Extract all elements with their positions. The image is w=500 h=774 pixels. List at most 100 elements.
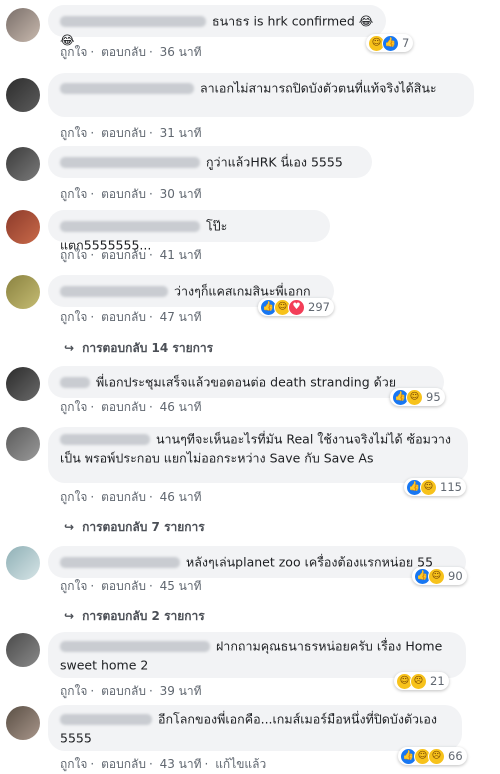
commenter-name-blurred[interactable] — [60, 714, 152, 725]
reaction-summary[interactable]: 👍 ☺ 115 — [404, 478, 466, 496]
reaction-count: 66 — [448, 749, 463, 763]
reaction-count: 7 — [402, 36, 410, 50]
avatar[interactable] — [6, 8, 40, 42]
haha-reaction-icon: ☺ — [428, 567, 445, 585]
reaction-summary[interactable]: 👍 ☺ 90 — [412, 567, 467, 585]
commenter-name-blurred[interactable] — [60, 16, 206, 27]
timestamp[interactable]: 30 นาที — [160, 187, 202, 201]
comment-text: หลังๆเล่นplanet zoo เครื่องต้องแรกหน่อย … — [185, 554, 434, 570]
reaction-count: 95 — [426, 390, 441, 404]
reply-link[interactable]: ตอบกลับ — [101, 490, 146, 504]
reply-link[interactable]: ตอบกลับ — [101, 45, 146, 59]
replies-count-text: การตอบกลับ 2 รายการ — [82, 609, 205, 623]
reply-link[interactable]: ตอบกลับ — [101, 684, 146, 698]
like-link[interactable]: ถูกใจ — [60, 187, 87, 201]
avatar[interactable] — [6, 210, 40, 244]
avatar[interactable] — [6, 706, 40, 740]
timestamp[interactable]: 41 นาที — [160, 248, 202, 262]
comment-bubble: นานๆทีจะเห็นอะไรที่มัน Real ใช้งานจริงไม… — [48, 427, 468, 483]
comment-actions: ถูกใจ · ตอบกลับ · 31 นาที — [60, 126, 202, 140]
comment-text: พี่เอกประชุมเสร็จแล้วขอตอนต่อ death stra… — [95, 374, 397, 390]
comment-actions: ถูกใจ · ตอบกลับ · 36 นาที — [60, 45, 202, 59]
comment-bubble: กูว่าแล้วHRK นี่เอง 5555 — [48, 146, 372, 178]
like-link[interactable]: ถูกใจ — [60, 45, 87, 59]
avatar[interactable] — [6, 78, 40, 112]
replies-count-text: การตอบกลับ 14 รายการ — [82, 341, 214, 355]
avatar[interactable] — [6, 367, 40, 401]
reaction-summary[interactable]: ☺ ☹ 21 — [394, 672, 449, 690]
view-replies-link[interactable]: ↪ การตอบกลับ 14 รายการ — [64, 339, 213, 358]
like-link[interactable]: ถูกใจ — [60, 757, 87, 771]
comment-text: ว่างๆก็แคสเกมสินะพี่เอกก — [173, 283, 311, 299]
reply-arrow-icon: ↪ — [64, 520, 75, 534]
commenter-name-blurred[interactable] — [60, 377, 90, 388]
comment-text: ลาเอกไม่สามารถปิดบังตัวตนที่แท้จริงได้สิ… — [199, 80, 437, 96]
reply-link[interactable]: ตอบกลับ — [101, 400, 146, 414]
comment-bubble: ลาเอกไม่สามารถปิดบังตัวตนที่แท้จริงได้สิ… — [48, 73, 474, 117]
timestamp[interactable]: 36 นาที — [160, 45, 202, 59]
comment-actions: ถูกใจ · ตอบกลับ · 46 นาที — [60, 400, 202, 414]
reply-link[interactable]: ตอบกลับ — [101, 248, 146, 262]
commenter-name-blurred[interactable] — [60, 221, 200, 232]
commenter-name-blurred[interactable] — [60, 286, 168, 297]
comment-actions: ถูกใจ · ตอบกลับ · 43 นาที · แก้ไขแล้ว — [60, 757, 267, 771]
comment-actions: ถูกใจ · ตอบกลับ · 30 นาที — [60, 187, 202, 201]
commenter-name-blurred[interactable] — [60, 557, 180, 568]
timestamp[interactable]: 31 นาที — [160, 126, 202, 140]
reaction-count: 297 — [308, 300, 330, 314]
reaction-count: 115 — [440, 480, 462, 494]
reply-link[interactable]: ตอบกลับ — [101, 579, 146, 593]
like-reaction-icon: 👍 — [382, 34, 399, 52]
commenter-name-blurred[interactable] — [60, 157, 200, 168]
love-reaction-icon: ♥ — [288, 298, 305, 316]
reply-arrow-icon: ↪ — [64, 341, 75, 355]
reply-arrow-icon: ↪ — [64, 609, 75, 623]
comment-bubble: โป๊ะแตก5555555... — [48, 210, 330, 252]
reply-link[interactable]: ตอบกลับ — [101, 187, 146, 201]
like-link[interactable]: ถูกใจ — [60, 684, 87, 698]
reply-link[interactable]: ตอบกลับ — [101, 757, 146, 771]
haha-reaction-icon: ☺ — [406, 388, 423, 406]
timestamp[interactable]: 39 นาที — [160, 684, 202, 698]
reply-link[interactable]: ตอบกลับ — [101, 310, 146, 324]
sad-reaction-icon: ☹ — [410, 672, 427, 690]
comment-bubble: พี่เอกประชุมเสร็จแล้วขอตอนต่อ death stra… — [48, 366, 444, 398]
like-link[interactable]: ถูกใจ — [60, 490, 87, 504]
comment-actions: ถูกใจ · ตอบกลับ · 41 นาที — [60, 248, 202, 262]
avatar[interactable] — [6, 633, 40, 667]
like-link[interactable]: ถูกใจ — [60, 579, 87, 593]
reaction-summary[interactable]: ☺ 👍 7 — [366, 34, 414, 52]
like-link[interactable]: ถูกใจ — [60, 248, 87, 262]
commenter-name-blurred[interactable] — [60, 434, 150, 445]
view-replies-link[interactable]: ↪ การตอบกลับ 7 รายการ — [64, 518, 205, 537]
comment-text: กูว่าแล้วHRK นี่เอง 5555 — [205, 154, 343, 170]
timestamp[interactable]: 45 นาที — [160, 579, 202, 593]
avatar[interactable] — [6, 275, 40, 309]
comment-actions: ถูกใจ · ตอบกลับ · 39 นาที — [60, 684, 202, 698]
like-link[interactable]: ถูกใจ — [60, 310, 87, 324]
comment-bubble: หลังๆเล่นplanet zoo เครื่องต้องแรกหน่อย … — [48, 546, 466, 578]
reaction-count: 90 — [448, 569, 463, 583]
comment-bubble: อีกโลกของพี่เอกคือ...เกมส์เมอร์มือหนึ่งท… — [48, 705, 462, 751]
reply-link[interactable]: ตอบกลับ — [101, 126, 146, 140]
edited-label[interactable]: แก้ไขแล้ว — [215, 757, 266, 771]
timestamp[interactable]: 47 นาที — [160, 310, 202, 324]
timestamp[interactable]: 46 นาที — [160, 400, 202, 414]
avatar[interactable] — [6, 427, 40, 461]
view-replies-link[interactable]: ↪ การตอบกลับ 2 รายการ — [64, 607, 205, 626]
comment-actions: ถูกใจ · ตอบกลับ · 47 นาที — [60, 310, 202, 324]
avatar[interactable] — [6, 147, 40, 181]
like-link[interactable]: ถูกใจ — [60, 126, 87, 140]
comment-bubble: ธนาธร is hrk confirmed 😂😂 — [48, 5, 386, 47]
reaction-summary[interactable]: 👍 ☺ ♥ 297 — [258, 298, 334, 316]
haha-reaction-icon: ☺ — [420, 478, 437, 496]
reaction-summary[interactable]: 👍 ☺ ☹ 66 — [398, 747, 467, 765]
timestamp[interactable]: 43 นาที — [160, 757, 202, 771]
like-link[interactable]: ถูกใจ — [60, 400, 87, 414]
reaction-summary[interactable]: 👍 ☺ 95 — [390, 388, 445, 406]
avatar[interactable] — [6, 546, 40, 580]
replies-count-text: การตอบกลับ 7 รายการ — [82, 520, 205, 534]
commenter-name-blurred[interactable] — [60, 641, 210, 652]
timestamp[interactable]: 46 นาที — [160, 490, 202, 504]
commenter-name-blurred[interactable] — [60, 83, 194, 94]
